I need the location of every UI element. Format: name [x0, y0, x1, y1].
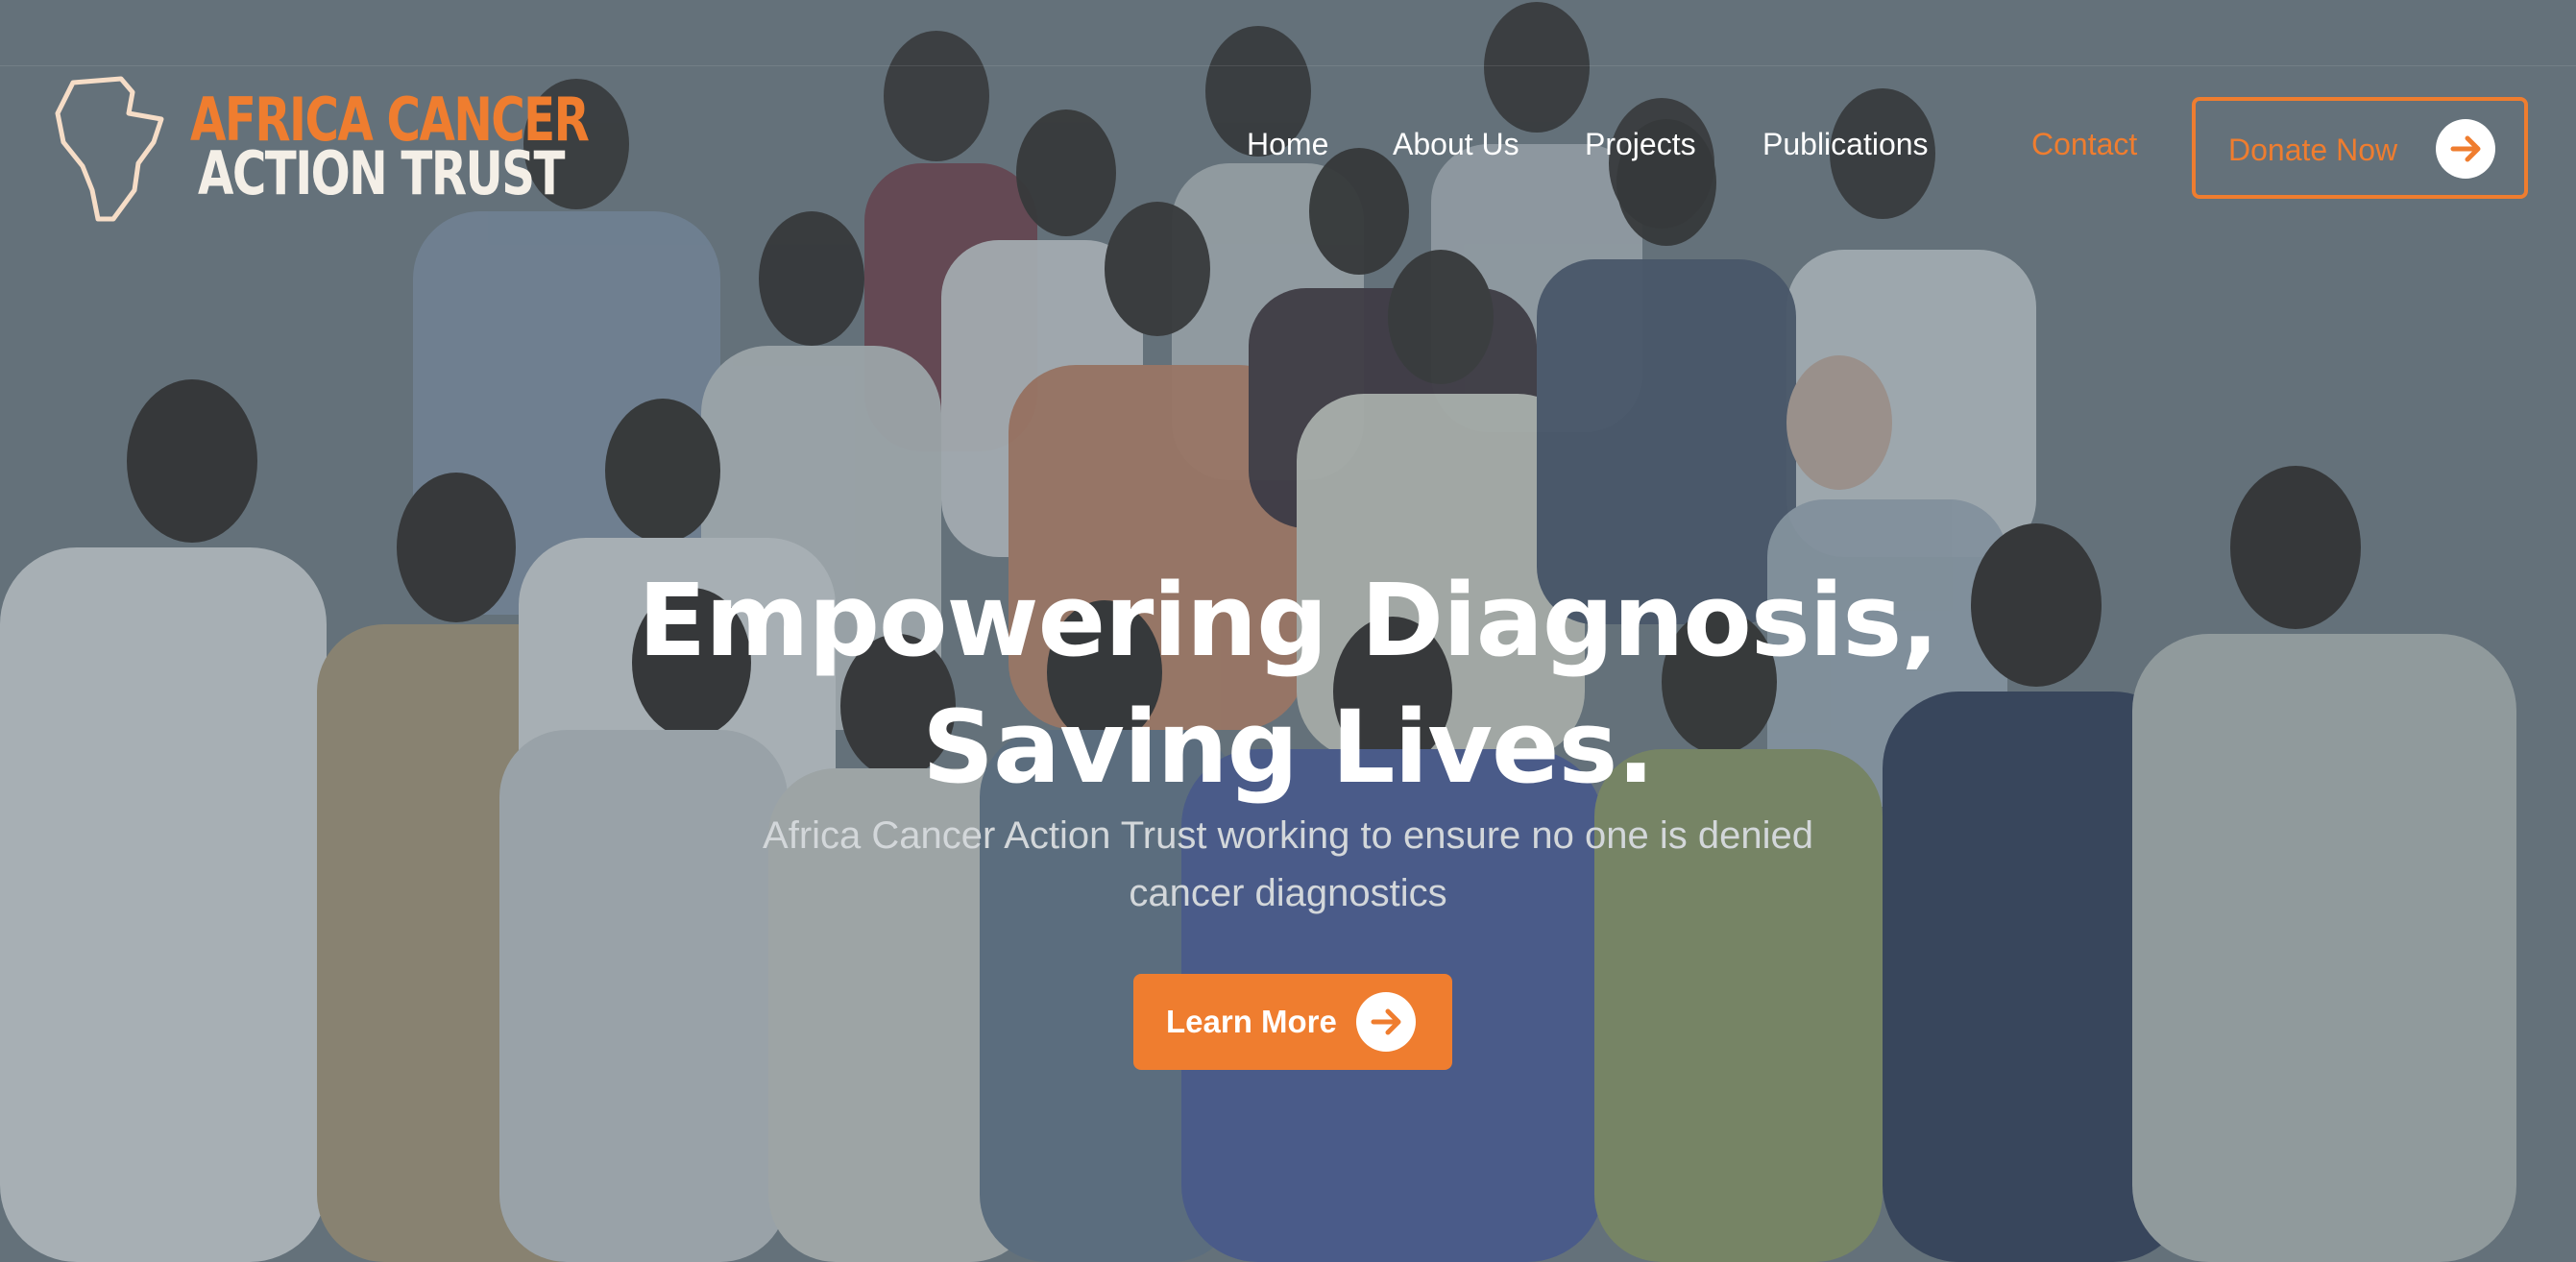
donate-now-label: Donate Now	[2228, 133, 2398, 167]
arrow-right-icon	[2436, 119, 2495, 179]
nav-item-home[interactable]: Home	[1247, 127, 1328, 162]
nav-item-publications[interactable]: Publications	[1762, 127, 1929, 162]
nav-item-projects[interactable]: Projects	[1585, 127, 1696, 162]
arrow-right-icon	[1356, 992, 1416, 1052]
hero-title: Empowering Diagnosis, Saving Lives.	[0, 557, 2576, 811]
donate-now-button[interactable]: Donate Now	[2192, 97, 2528, 199]
hero-title-line1: Empowering Diagnosis,	[638, 561, 1939, 679]
header-divider	[0, 65, 2576, 66]
africa-map-icon	[55, 76, 164, 222]
learn-more-button[interactable]: Learn More	[1133, 974, 1452, 1070]
site-logo[interactable]: AFRICA CANCER ACTION TRUST	[54, 75, 590, 229]
nav-item-contact[interactable]: Contact	[2031, 127, 2137, 162]
hero-title-line2: Saving Lives.	[922, 688, 1655, 806]
hero-subtitle: Africa Cancer Action Trust working to en…	[763, 814, 1813, 914]
logo-text-line2: ACTION TRUST	[198, 138, 565, 208]
learn-more-label: Learn More	[1166, 1004, 1337, 1039]
hero-section: AFRICA CANCER ACTION TRUST Home About Us…	[0, 0, 2576, 1262]
nav-item-about-us[interactable]: About Us	[1393, 127, 1519, 162]
